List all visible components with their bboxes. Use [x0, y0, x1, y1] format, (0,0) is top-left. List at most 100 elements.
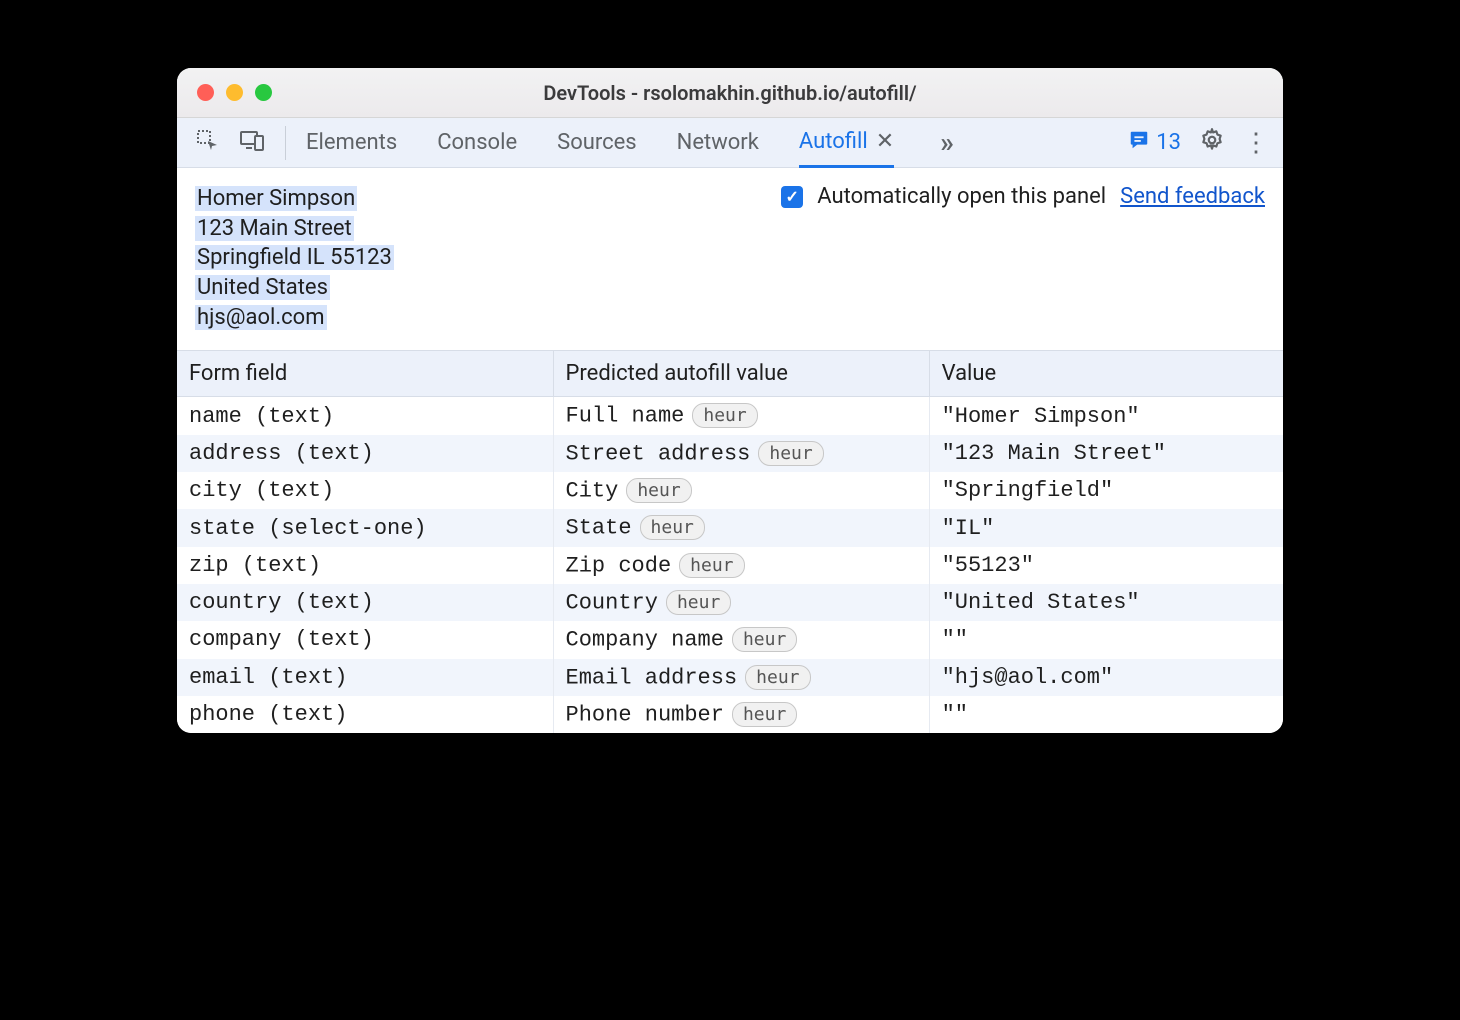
heur-badge: heur — [732, 702, 797, 727]
cell-form-field: phone (text) — [177, 696, 553, 733]
toolbar-left-icons — [195, 126, 286, 160]
send-feedback-link[interactable]: Send feedback — [1120, 184, 1265, 209]
table-row[interactable]: phone (text) Phone number heur "" — [177, 696, 1283, 733]
devtools-window: DevTools - rsolomakhin.github.io/autofil… — [177, 68, 1283, 733]
cell-form-field: company (text) — [177, 621, 553, 658]
devtools-toolbar: Elements Console Sources Network Autofil… — [177, 118, 1283, 168]
cell-value: "United States" — [929, 584, 1283, 621]
tab-label: Sources — [557, 130, 637, 155]
cell-predicted: Zip code heur — [553, 547, 929, 584]
panel-options: ✓ Automatically open this panel Send fee… — [781, 184, 1265, 209]
predicted-text: Street address — [566, 441, 751, 466]
heur-badge: heur — [732, 627, 797, 652]
predicted-text: Email address — [566, 665, 738, 690]
cell-value: "55123" — [929, 547, 1283, 584]
table-row[interactable]: zip (text) Zip code heur "55123" — [177, 547, 1283, 584]
heur-badge: heur — [679, 553, 744, 578]
cell-form-field: zip (text) — [177, 547, 553, 584]
cell-form-field: state (select-one) — [177, 509, 553, 546]
close-window-button[interactable] — [197, 84, 214, 101]
heur-badge: heur — [692, 403, 757, 428]
cell-value: "hjs@aol.com" — [929, 659, 1283, 696]
cell-value: "Springfield" — [929, 472, 1283, 509]
inspect-element-icon[interactable] — [195, 128, 219, 158]
titlebar: DevTools - rsolomakhin.github.io/autofil… — [177, 68, 1283, 118]
toolbar-right: 13 ⋮ — [1128, 127, 1269, 159]
cell-form-field: email (text) — [177, 659, 553, 696]
predicted-text: Full name — [566, 404, 685, 429]
address-name: Homer Simpson — [195, 186, 357, 211]
cell-predicted: Email address heur — [553, 659, 929, 696]
table-row[interactable]: country (text) Country heur "United States" — [177, 584, 1283, 621]
predicted-text: Company name — [566, 628, 724, 653]
column-header-predicted[interactable]: Predicted autofill value — [553, 351, 929, 397]
autofill-panel-header: Homer Simpson 123 Main Street Springfiel… — [177, 168, 1283, 350]
cell-form-field: address (text) — [177, 435, 553, 472]
cell-predicted: City heur — [553, 472, 929, 509]
column-header-form-field[interactable]: Form field — [177, 351, 553, 397]
address-email: hjs@aol.com — [195, 305, 327, 330]
maximize-window-button[interactable] — [255, 84, 272, 101]
address-street: 123 Main Street — [195, 216, 354, 241]
heur-badge: heur — [666, 590, 731, 615]
settings-icon[interactable] — [1199, 127, 1225, 159]
window-title: DevTools - rsolomakhin.github.io/autofil… — [177, 81, 1283, 105]
minimize-window-button[interactable] — [226, 84, 243, 101]
heur-badge: heur — [758, 441, 823, 466]
cell-predicted: Phone number heur — [553, 696, 929, 733]
column-header-value[interactable]: Value — [929, 351, 1283, 397]
table-row[interactable]: name (text) Full name heur "Homer Simpson" — [177, 397, 1283, 435]
heur-badge: heur — [626, 478, 691, 503]
table-row[interactable]: city (text) City heur "Springfield" — [177, 472, 1283, 509]
cell-value: "123 Main Street" — [929, 435, 1283, 472]
tab-sources[interactable]: Sources — [557, 118, 637, 168]
cell-form-field: country (text) — [177, 584, 553, 621]
tab-label: Autofill — [799, 129, 868, 154]
predicted-text: Country — [566, 590, 658, 615]
table-row[interactable]: email (text) Email address heur "hjs@aol.co… — [177, 659, 1283, 696]
tab-label: Network — [677, 130, 759, 155]
cell-predicted: Company name heur — [553, 621, 929, 658]
chat-icon — [1128, 129, 1150, 157]
table-row[interactable]: state (select-one) State heur "IL" — [177, 509, 1283, 546]
table-header-row: Form field Predicted autofill value Valu… — [177, 351, 1283, 397]
table-row[interactable]: address (text) Street address heur "123 Mai… — [177, 435, 1283, 472]
device-toolbar-icon[interactable] — [239, 129, 265, 157]
cell-predicted: Street address heur — [553, 435, 929, 472]
address-preview: Homer Simpson 123 Main Street Springfiel… — [195, 184, 394, 332]
cell-predicted: Country heur — [553, 584, 929, 621]
predicted-text: Phone number — [566, 702, 724, 727]
tab-network[interactable]: Network — [677, 118, 759, 168]
auto-open-label: Automatically open this panel — [817, 184, 1106, 209]
traffic-lights — [177, 84, 272, 101]
tab-label: Elements — [306, 130, 397, 155]
table-row[interactable]: company (text) Company name heur "" — [177, 621, 1283, 658]
tab-autofill[interactable]: Autofill ✕ — [799, 118, 894, 168]
devtools-tabs: Elements Console Sources Network Autofil… — [306, 118, 1128, 168]
cell-predicted: State heur — [553, 509, 929, 546]
auto-open-checkbox[interactable]: ✓ — [781, 186, 803, 208]
tab-elements[interactable]: Elements — [306, 118, 397, 168]
heur-badge: heur — [640, 515, 705, 540]
address-country: United States — [195, 275, 330, 300]
cell-predicted: Full name heur — [553, 397, 929, 435]
cell-value: "IL" — [929, 509, 1283, 546]
cell-form-field: city (text) — [177, 472, 553, 509]
more-tabs-icon[interactable]: » — [934, 118, 960, 168]
tab-console[interactable]: Console — [437, 118, 517, 168]
predicted-text: Zip code — [566, 553, 672, 578]
cell-value: "Homer Simpson" — [929, 397, 1283, 435]
predicted-text: City — [566, 478, 619, 503]
more-options-icon[interactable]: ⋮ — [1243, 128, 1269, 158]
cell-value: "" — [929, 621, 1283, 658]
cell-form-field: name (text) — [177, 397, 553, 435]
predicted-text: State — [566, 516, 632, 541]
address-city-state-zip: Springfield IL 55123 — [195, 245, 394, 270]
issues-count-text: 13 — [1156, 130, 1181, 155]
tab-label: Console — [437, 130, 517, 155]
cell-value: "" — [929, 696, 1283, 733]
autofill-table: Form field Predicted autofill value Valu… — [177, 350, 1283, 733]
heur-badge: heur — [745, 665, 810, 690]
issues-counter[interactable]: 13 — [1128, 129, 1181, 157]
close-tab-icon[interactable]: ✕ — [876, 129, 894, 154]
